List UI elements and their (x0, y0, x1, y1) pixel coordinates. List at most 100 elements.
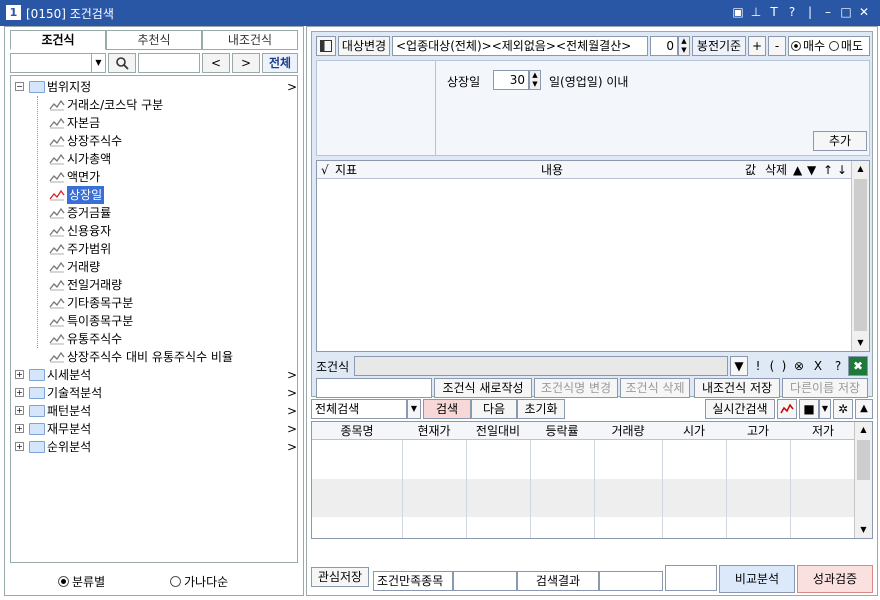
radio-buy[interactable]: 매수 (791, 37, 825, 55)
chevron-down-icon[interactable]: ▼ (407, 399, 421, 419)
window-icon[interactable]: ▣ (730, 4, 746, 20)
tree-label: 순위분석 (47, 440, 92, 454)
category-combo[interactable]: ▼ (10, 53, 106, 73)
chevron-down-icon[interactable]: ▼ (91, 54, 105, 72)
prev-button[interactable]: < (202, 53, 230, 73)
target-change-button[interactable]: 대상변경 (338, 36, 390, 56)
font-icon[interactable]: T (766, 4, 782, 20)
minus-button[interactable]: - (768, 36, 786, 56)
tab-condition[interactable]: 조건식 (10, 30, 106, 50)
move-down-button[interactable]: ▼ (807, 161, 816, 179)
param-value-input[interactable]: 30 (493, 70, 529, 90)
tab-my-condition[interactable]: 내조건식 (202, 30, 298, 50)
help-icon[interactable]: ? (784, 4, 800, 20)
chevron-right-icon[interactable]: > (287, 438, 297, 456)
all-button[interactable]: 전체 (262, 53, 298, 73)
move-bottom-button[interactable]: ↓ (837, 161, 847, 179)
expand-icon[interactable]: + (15, 424, 24, 433)
indicator-chart-icon (49, 279, 65, 291)
scroll-thumb[interactable] (857, 440, 870, 480)
param-label: 상장일 (447, 75, 481, 89)
col-low[interactable]: 저가 (790, 422, 856, 440)
op-help[interactable]: ? (830, 356, 846, 376)
chart-button[interactable] (777, 399, 797, 419)
col-name[interactable]: 종목명 (312, 422, 402, 440)
plus-button[interactable]: + (748, 36, 766, 56)
performance-verify-button[interactable]: 성과검증 (797, 565, 873, 593)
cond-match-label: 조건만족종목 (373, 571, 453, 591)
bong-input[interactable]: 0 (650, 36, 678, 56)
move-top-button[interactable]: ↑ (823, 161, 833, 179)
scroll-up-icon[interactable]: ▲ (855, 422, 872, 438)
op-close-paren[interactable]: ) (778, 356, 790, 376)
expand-icon[interactable]: + (15, 388, 24, 397)
tab-recommended[interactable]: 추천식 (106, 30, 202, 50)
scroll-down-icon[interactable]: ▼ (852, 335, 869, 351)
col-open[interactable]: 시가 (662, 422, 726, 440)
formula-input[interactable] (354, 356, 728, 376)
col-volume[interactable]: 거래량 (594, 422, 662, 440)
op-x[interactable]: X (810, 356, 826, 376)
realtime-search-button[interactable]: 실시간검색 (705, 399, 775, 419)
condition-grid-scrollbar[interactable]: ▲ ▼ (851, 161, 869, 351)
col-rate[interactable]: 등락률 (530, 422, 594, 440)
new-formula-button[interactable]: 조건식 새로작성 (434, 378, 532, 398)
compare-analysis-button[interactable]: 비교분석 (719, 565, 795, 593)
formula-name-input[interactable] (316, 378, 432, 398)
indicator-chart-icon (49, 333, 65, 345)
save-my-formula-button[interactable]: 내조건식 저장 (694, 378, 780, 398)
param-spinner[interactable]: ▲ ▼ (529, 70, 541, 90)
radio-sell[interactable]: 매도 (828, 37, 863, 55)
chevron-right-icon[interactable]: > (287, 366, 297, 384)
collapse-button[interactable]: ▲ (855, 399, 873, 419)
search-button[interactable] (108, 53, 136, 73)
col-change[interactable]: 전일대비 (466, 422, 530, 440)
cond-match-value (453, 571, 517, 591)
add-button[interactable]: 추가 (813, 131, 867, 151)
search-run-button[interactable]: 검색 (423, 399, 471, 419)
close-icon[interactable]: ✕ (856, 4, 872, 20)
minimize-icon[interactable]: – (820, 4, 836, 20)
collapse-icon[interactable]: − (15, 82, 24, 91)
search-input[interactable] (138, 53, 200, 73)
chevron-right-icon[interactable]: > (287, 78, 297, 96)
next-results-button[interactable]: 다음 (471, 399, 517, 419)
bong-spinner[interactable]: ▲ ▼ (678, 36, 690, 56)
left-panel: 조건식 추천식 내조건식 ▼ < > 전체 − 범위지정 > 거래소/코스닥 구분 자본… (4, 26, 304, 596)
settings-button[interactable]: ✲ (833, 399, 853, 419)
expand-icon[interactable]: + (15, 406, 24, 415)
radio-alphabetical[interactable]: 가나다순 (170, 573, 228, 590)
col-price[interactable]: 현재가 (402, 422, 466, 440)
chevron-down-icon[interactable]: ▼ (819, 399, 831, 419)
scroll-down-icon[interactable]: ▼ (855, 522, 872, 538)
rename-formula-button[interactable]: 조건식명 변경 (534, 378, 618, 398)
save-as-button[interactable]: 다른이름 저장 (782, 378, 868, 398)
chevron-right-icon[interactable]: > (287, 420, 297, 438)
excel-button[interactable]: ✖ (848, 356, 868, 376)
layout-toggle-button[interactable] (316, 36, 336, 56)
chevron-right-icon[interactable]: > (287, 384, 297, 402)
scroll-thumb[interactable] (854, 179, 867, 331)
result-grid-scrollbar[interactable]: ▲ ▼ (854, 422, 872, 538)
col-high[interactable]: 고가 (726, 422, 790, 440)
tree-label: 유통주식수 (67, 332, 123, 346)
chevron-right-icon[interactable]: > (287, 402, 297, 420)
radio-by-category[interactable]: 분류별 (58, 573, 105, 590)
maximize-icon[interactable]: □ (838, 4, 854, 20)
watchlist-save-button[interactable]: 관심저장 (311, 567, 369, 587)
move-up-button[interactable]: ▲ (793, 161, 802, 179)
pin-icon[interactable]: ⊥ (748, 4, 764, 20)
delete-formula-button[interactable]: 조건식 삭제 (620, 378, 690, 398)
op-xor[interactable]: ⊗ (790, 356, 808, 376)
expand-icon[interactable]: + (15, 442, 24, 451)
expand-icon[interactable]: + (15, 370, 24, 379)
next-button[interactable]: > (232, 53, 260, 73)
stop-button[interactable]: ■ (799, 399, 819, 419)
formula-dropdown[interactable]: ▼ (730, 356, 748, 376)
search-scope-select[interactable]: 전체검색 (311, 399, 407, 419)
reset-button[interactable]: 초기화 (517, 399, 565, 419)
op-not[interactable]: ! (750, 356, 766, 376)
op-open-paren[interactable]: ( (766, 356, 778, 376)
param-suffix: 일(영업일) 이내 (549, 75, 629, 89)
scroll-up-icon[interactable]: ▲ (852, 161, 869, 177)
